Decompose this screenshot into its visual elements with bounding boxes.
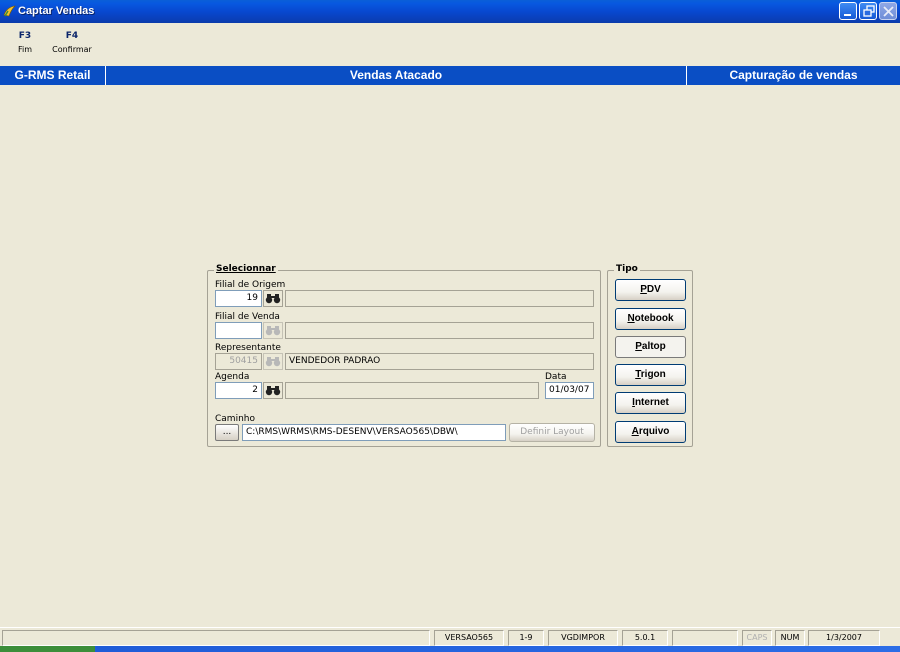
- representante-description: VENDEDOR PADRAO: [285, 353, 594, 370]
- window-title: Captar Vendas: [18, 5, 95, 17]
- close-icon: [883, 6, 894, 17]
- notebook-button[interactable]: Notebook: [615, 308, 686, 330]
- data-input[interactable]: 01/03/07: [545, 382, 594, 399]
- caminho-input[interactable]: C:\RMS\WRMS\RMS-DESENV\VERSAO565\DBW\: [242, 424, 506, 441]
- restore-button[interactable]: [859, 2, 877, 20]
- header-app-name: G-RMS Retail: [14, 68, 91, 82]
- function-key: F4: [65, 31, 79, 41]
- function-label: Confirmar: [52, 45, 92, 54]
- status-range: 1-9: [508, 630, 544, 646]
- filial-venda-label: Filial de Venda: [215, 312, 280, 322]
- caminho-label: Caminho: [215, 414, 255, 424]
- binoculars-icon[interactable]: [263, 382, 283, 399]
- function-key: F3: [18, 31, 32, 41]
- filial-venda-description: [285, 322, 594, 339]
- close-button[interactable]: [879, 2, 897, 20]
- agenda-label: Agenda: [215, 372, 250, 382]
- f3-fim-button[interactable]: F3 Fim: [14, 31, 36, 54]
- agenda-description: [285, 382, 539, 399]
- representante-input: 50415: [215, 353, 262, 370]
- status-num: NUM: [775, 630, 805, 646]
- status-release: 5.0.1: [622, 630, 668, 646]
- status-empty: [672, 630, 738, 646]
- f4-confirmar-button[interactable]: F4 Confirmar: [50, 31, 94, 54]
- trigon-button[interactable]: Trigon: [615, 364, 686, 386]
- data-label: Data: [545, 372, 567, 382]
- header-screen-title: Capturação de vendas: [729, 68, 858, 82]
- filial-venda-input[interactable]: [215, 322, 262, 339]
- agenda-input[interactable]: 2: [215, 382, 262, 399]
- status-database: VGDIMPOR: [548, 630, 618, 646]
- status-message: [2, 630, 430, 646]
- header-bar: G-RMS Retail Vendas Atacado Capturação d…: [0, 66, 900, 85]
- filial-origem-label: Filial de Origem: [215, 280, 286, 290]
- definir-layout-button[interactable]: Definir Layout: [509, 423, 595, 442]
- status-bar: VERSAO565 1-9 VGDIMPOR 5.0.1 CAPS NUM 1/…: [0, 627, 900, 646]
- filial-origem-input[interactable]: 19: [215, 290, 262, 307]
- restore-icon: [863, 5, 875, 17]
- app-icon: [3, 5, 16, 17]
- binoculars-icon[interactable]: [263, 290, 283, 307]
- representante-label: Representante: [215, 343, 281, 353]
- binoculars-icon: [263, 353, 283, 370]
- header-module: Vendas Atacado: [349, 68, 443, 82]
- paltop-button[interactable]: Paltop: [615, 336, 686, 358]
- tipo-legend: Tipo: [614, 264, 640, 274]
- title-bar: Captar Vendas: [0, 0, 900, 23]
- function-label: Fim: [17, 45, 33, 54]
- status-caps: CAPS: [742, 630, 772, 646]
- filial-origem-description: [285, 290, 594, 307]
- selecionar-legend: Selecionnar: [214, 264, 278, 274]
- binoculars-icon: [263, 322, 283, 339]
- minimize-button[interactable]: [839, 2, 857, 20]
- pdv-button[interactable]: PDV: [615, 279, 686, 301]
- status-version: VERSAO565: [434, 630, 504, 646]
- browse-button[interactable]: ...: [215, 424, 239, 441]
- status-date: 1/3/2007: [808, 630, 880, 646]
- internet-button[interactable]: Internet: [615, 392, 686, 414]
- arquivo-button[interactable]: Arquivo: [615, 421, 686, 443]
- taskbar-strip: [0, 646, 900, 652]
- minimize-icon: [844, 14, 851, 16]
